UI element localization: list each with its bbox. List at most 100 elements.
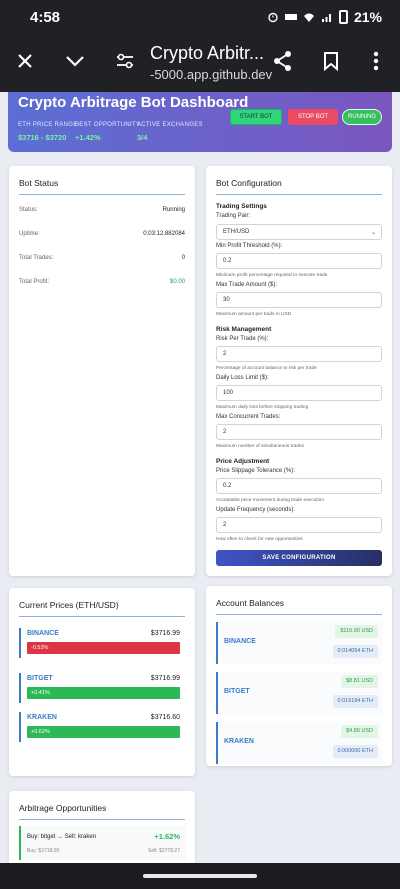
stat-active-exchanges: ACTIVE EXCHANGES 3/4 xyxy=(137,122,203,142)
opportunity-sell-price: Sell: $3778.27 xyxy=(148,848,180,854)
row-label: Total Trades: xyxy=(19,255,54,261)
uptime-row: Uptime: 0:03:12.882084 xyxy=(19,231,185,237)
dashboard-title: Crypto Arbitrage Bot Dashboard xyxy=(18,94,249,111)
field-label: Trading Pair: xyxy=(216,213,251,219)
balance-row-bitget: BITGET $8.81 USD 0.016184 ETH xyxy=(216,672,382,714)
field-label: Update Frequency (seconds): xyxy=(216,507,296,513)
exchange-name: BINANCE xyxy=(224,638,256,645)
section-heading: Trading Settings xyxy=(216,203,267,210)
row-label: Status: xyxy=(19,207,38,213)
stop-bot-button[interactable]: STOP BOT xyxy=(288,109,338,125)
wifi-icon xyxy=(303,13,314,22)
divider xyxy=(216,194,382,195)
opportunity-route: Buy: bitget → Sell: kraken xyxy=(27,834,97,840)
field-label: Min Profit Threshold (%): xyxy=(216,243,283,249)
eth-balance-badge: 0.014054 ETH xyxy=(332,645,378,658)
signal-icon xyxy=(321,14,331,22)
row-value: Running xyxy=(162,207,185,213)
opportunity-buy-price: Buy: $3718.00 xyxy=(27,848,60,854)
usd-balance-badge: $110.90 USD xyxy=(335,625,378,638)
divider xyxy=(19,819,185,820)
home-gesture-handle[interactable] xyxy=(143,874,257,878)
bot-status-card: Bot Status Status: Running Uptime: 0:03:… xyxy=(9,166,195,576)
eth-balance-badge: 0.016184 ETH xyxy=(332,695,378,708)
card-title: Current Prices (ETH/USD) xyxy=(19,600,119,610)
opportunity-percent: +1.62% xyxy=(154,832,180,841)
stat-value: $3716 - $3720 xyxy=(18,133,67,142)
status-icons: 21% xyxy=(267,9,382,25)
row-label: Total Profit: xyxy=(19,279,50,285)
web-content: Crypto Arbitrage Bot Dashboard ETH PRICE… xyxy=(0,92,400,863)
exchange-price: $3716.99 xyxy=(150,630,180,637)
status-time: 4:58 xyxy=(30,9,61,26)
risk-per-trade-input[interactable]: 2 xyxy=(216,346,382,362)
save-configuration-button[interactable]: SAVE CONFIGURATION xyxy=(216,550,382,566)
exchange-name: BINANCE xyxy=(27,630,59,637)
price-change-bar: +0.62% xyxy=(27,726,180,738)
balance-row-binance: BINANCE $110.90 USD 0.014054 ETH xyxy=(216,622,382,664)
usd-balance-badge: $4.89 USD xyxy=(341,725,378,738)
usd-balance-badge: $8.81 USD xyxy=(341,675,378,688)
price-change-bar: -0.53% xyxy=(27,642,180,654)
row-value: 0 xyxy=(181,255,185,261)
max-concurrent-input[interactable]: 2 xyxy=(216,424,382,440)
stat-label: ETH PRICE RANGE xyxy=(18,122,78,128)
field-help: Acceptable price movement during trade e… xyxy=(216,498,324,503)
chevron-down-icon: ⌄ xyxy=(370,230,376,236)
chevron-down-icon[interactable] xyxy=(62,48,88,74)
field-label: Max Concurrent Trades: xyxy=(216,414,281,420)
min-profit-input[interactable]: 0.2 xyxy=(216,253,382,269)
update-frequency-input[interactable]: 2 xyxy=(216,517,382,533)
balance-row-kraken: KRAKEN $4.89 USD 0.000000 ETH xyxy=(216,722,382,764)
exchange-name: KRAKEN xyxy=(27,714,57,721)
field-help: How often to check for new opportunities xyxy=(216,537,303,542)
page-title: Crypto Arbitr... xyxy=(150,43,265,63)
card-title: Bot Status xyxy=(19,178,59,188)
section-heading: Risk Management xyxy=(216,326,272,333)
close-icon[interactable] xyxy=(12,48,38,74)
section-heading: Price Adjustment xyxy=(216,458,270,465)
slippage-input[interactable]: 0.2 xyxy=(216,478,382,494)
stat-eth-price: ETH PRICE RANGE $3716 - $3720 xyxy=(18,122,78,142)
field-label: Price Slippage Tolerance (%): xyxy=(216,468,295,474)
current-prices-card: Current Prices (ETH/USD) BINANCE $3716.9… xyxy=(9,588,195,776)
field-help: Minimum profit percentage required to ex… xyxy=(216,273,328,278)
price-change-bar: +0.41% xyxy=(27,687,180,699)
price-row-kraken: KRAKEN $3716.60 +0.62% xyxy=(19,712,180,742)
exchange-price: $3716.99 xyxy=(150,675,180,682)
exchange-name: KRAKEN xyxy=(224,738,254,745)
max-trade-input[interactable]: 30 xyxy=(216,292,382,308)
account-balances-card: Account Balances BINANCE $110.90 USD 0.0… xyxy=(206,586,392,766)
stat-label: ACTIVE EXCHANGES xyxy=(137,122,203,128)
site-settings-icon[interactable] xyxy=(112,48,138,74)
status-row: Status: Running xyxy=(19,207,185,213)
share-icon[interactable] xyxy=(270,48,296,74)
running-status-badge: RUNNING xyxy=(342,109,382,125)
start-bot-button[interactable]: START BOT xyxy=(230,109,282,125)
eth-balance-badge: 0.000000 ETH xyxy=(332,745,378,758)
bot-configuration-card: Bot Configuration Trading Settings Tradi… xyxy=(206,166,392,576)
opportunity-item: Buy: bitget → Sell: kraken +1.62% Buy: $… xyxy=(19,826,186,860)
field-label: Max Trade Amount ($): xyxy=(216,282,278,288)
field-label: Risk Per Trade (%): xyxy=(216,336,269,342)
more-options-icon[interactable] xyxy=(363,48,389,74)
card-title: Bot Configuration xyxy=(216,178,282,188)
row-value: $0.00 xyxy=(169,279,185,285)
stat-value: 3/4 xyxy=(137,133,148,142)
android-status-bar: 4:58 21% xyxy=(0,0,400,34)
android-navigation-bar xyxy=(0,863,400,889)
field-help: Percentage of account balance to risk pe… xyxy=(216,366,317,371)
total-trades-row: Total Trades: 0 xyxy=(19,255,185,261)
card-title: Arbitrage Opportunities xyxy=(19,803,107,813)
page-url[interactable]: -5000.app.github.dev xyxy=(150,67,272,82)
daily-loss-input[interactable]: 100 xyxy=(216,385,382,401)
price-row-bitget: BITGET $3716.99 +0.41% xyxy=(19,673,180,703)
dashboard-header: Crypto Arbitrage Bot Dashboard ETH PRICE… xyxy=(8,92,392,152)
trading-pair-select[interactable]: ETH/USD ⌄ xyxy=(216,224,382,240)
divider xyxy=(19,194,185,195)
bookmark-icon[interactable] xyxy=(318,48,344,74)
browser-toolbar: Crypto Arbitr... -5000.app.github.dev xyxy=(0,34,400,92)
card-title: Account Balances xyxy=(216,598,285,608)
total-profit-row: Total Profit: $0.00 xyxy=(19,279,185,285)
price-row-binance: BINANCE $3716.99 -0.53% xyxy=(19,628,180,658)
